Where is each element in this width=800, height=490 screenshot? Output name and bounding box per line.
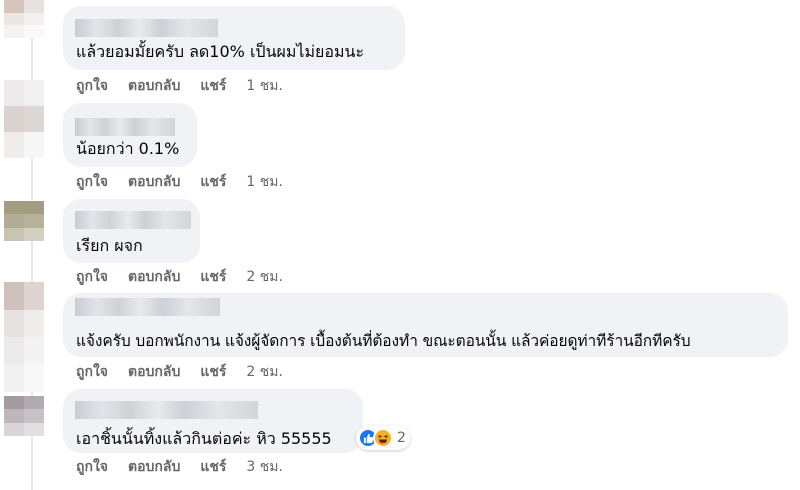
reaction-summary[interactable]: 2 bbox=[356, 426, 410, 450]
like-button[interactable]: ถูกใจ bbox=[76, 171, 108, 193]
timestamp[interactable]: 1 ชม. bbox=[246, 75, 283, 97]
share-button[interactable]: แชร์ bbox=[200, 266, 226, 288]
like-button[interactable]: ถูกใจ bbox=[76, 361, 108, 383]
share-button[interactable]: แชร์ bbox=[200, 361, 226, 383]
share-button[interactable]: แชร์ bbox=[200, 171, 226, 193]
comment-actions: ถูกใจ ตอบกลับ แชร์ 2 ชม. bbox=[76, 362, 283, 382]
comment-text: น้อยกว่า 0.1% bbox=[76, 139, 180, 158]
like-button[interactable]: ถูกใจ bbox=[76, 266, 108, 288]
comment-text: เอาชิ้นนั้นทิ้งแล้วกินต่อค่ะ หิว 55555 bbox=[76, 429, 332, 448]
avatar[interactable] bbox=[4, 396, 44, 436]
timestamp[interactable]: 3 ชม. bbox=[246, 456, 283, 478]
timestamp[interactable]: 1 ชม. bbox=[246, 171, 283, 193]
comment-actions: ถูกใจ ตอบกลับ แชร์ 1 ชม. bbox=[76, 76, 283, 96]
like-button[interactable]: ถูกใจ bbox=[76, 456, 108, 478]
author-name-blurred[interactable] bbox=[75, 118, 175, 136]
comment-bubble: น้อยกว่า 0.1% bbox=[63, 103, 197, 167]
timestamp[interactable]: 2 ชม. bbox=[246, 266, 283, 288]
comment-bubble: แล้วยอมมั้ยครับ ลด10% เป็นผมไม่ยอมนะ bbox=[63, 6, 405, 70]
reply-button[interactable]: ตอบกลับ bbox=[128, 456, 180, 478]
like-button[interactable]: ถูกใจ bbox=[76, 75, 108, 97]
avatar[interactable] bbox=[4, 0, 44, 38]
author-name-blurred[interactable] bbox=[75, 401, 258, 419]
author-name-blurred[interactable] bbox=[75, 298, 220, 316]
comment-text: เรียก ผจก bbox=[76, 236, 143, 255]
haha-icon bbox=[373, 428, 393, 448]
avatar[interactable] bbox=[4, 282, 44, 392]
comment-bubble: เรียก ผจก bbox=[63, 199, 200, 263]
share-button[interactable]: แชร์ bbox=[200, 75, 226, 97]
comment-text: แจ้งครับ บอกพนักงาน แจ้งผู้จัดการ เบื้อง… bbox=[76, 332, 691, 350]
reaction-count: 2 bbox=[397, 430, 406, 446]
avatar[interactable] bbox=[4, 201, 44, 241]
share-button[interactable]: แชร์ bbox=[200, 456, 226, 478]
comment-bubble: เอาชิ้นนั้นทิ้งแล้วกินต่อค่ะ หิว 55555 bbox=[63, 389, 363, 453]
comment-actions: ถูกใจ ตอบกลับ แชร์ 3 ชม. bbox=[76, 457, 283, 477]
comment-actions: ถูกใจ ตอบกลับ แชร์ 2 ชม. bbox=[76, 267, 283, 287]
comment-bubble: แจ้งครับ บอกพนักงาน แจ้งผู้จัดการ เบื้อง… bbox=[63, 293, 788, 357]
author-name-blurred[interactable] bbox=[75, 19, 218, 37]
reply-button[interactable]: ตอบกลับ bbox=[128, 171, 180, 193]
avatar[interactable] bbox=[4, 80, 44, 158]
reply-button[interactable]: ตอบกลับ bbox=[128, 266, 180, 288]
comment-actions: ถูกใจ ตอบกลับ แชร์ 1 ชม. bbox=[76, 172, 283, 192]
reply-button[interactable]: ตอบกลับ bbox=[128, 75, 180, 97]
author-name-blurred[interactable] bbox=[75, 211, 191, 229]
comment-text: แล้วยอมมั้ยครับ ลด10% เป็นผมไม่ยอมนะ bbox=[76, 42, 365, 61]
timestamp[interactable]: 2 ชม. bbox=[246, 361, 283, 383]
reply-button[interactable]: ตอบกลับ bbox=[128, 361, 180, 383]
